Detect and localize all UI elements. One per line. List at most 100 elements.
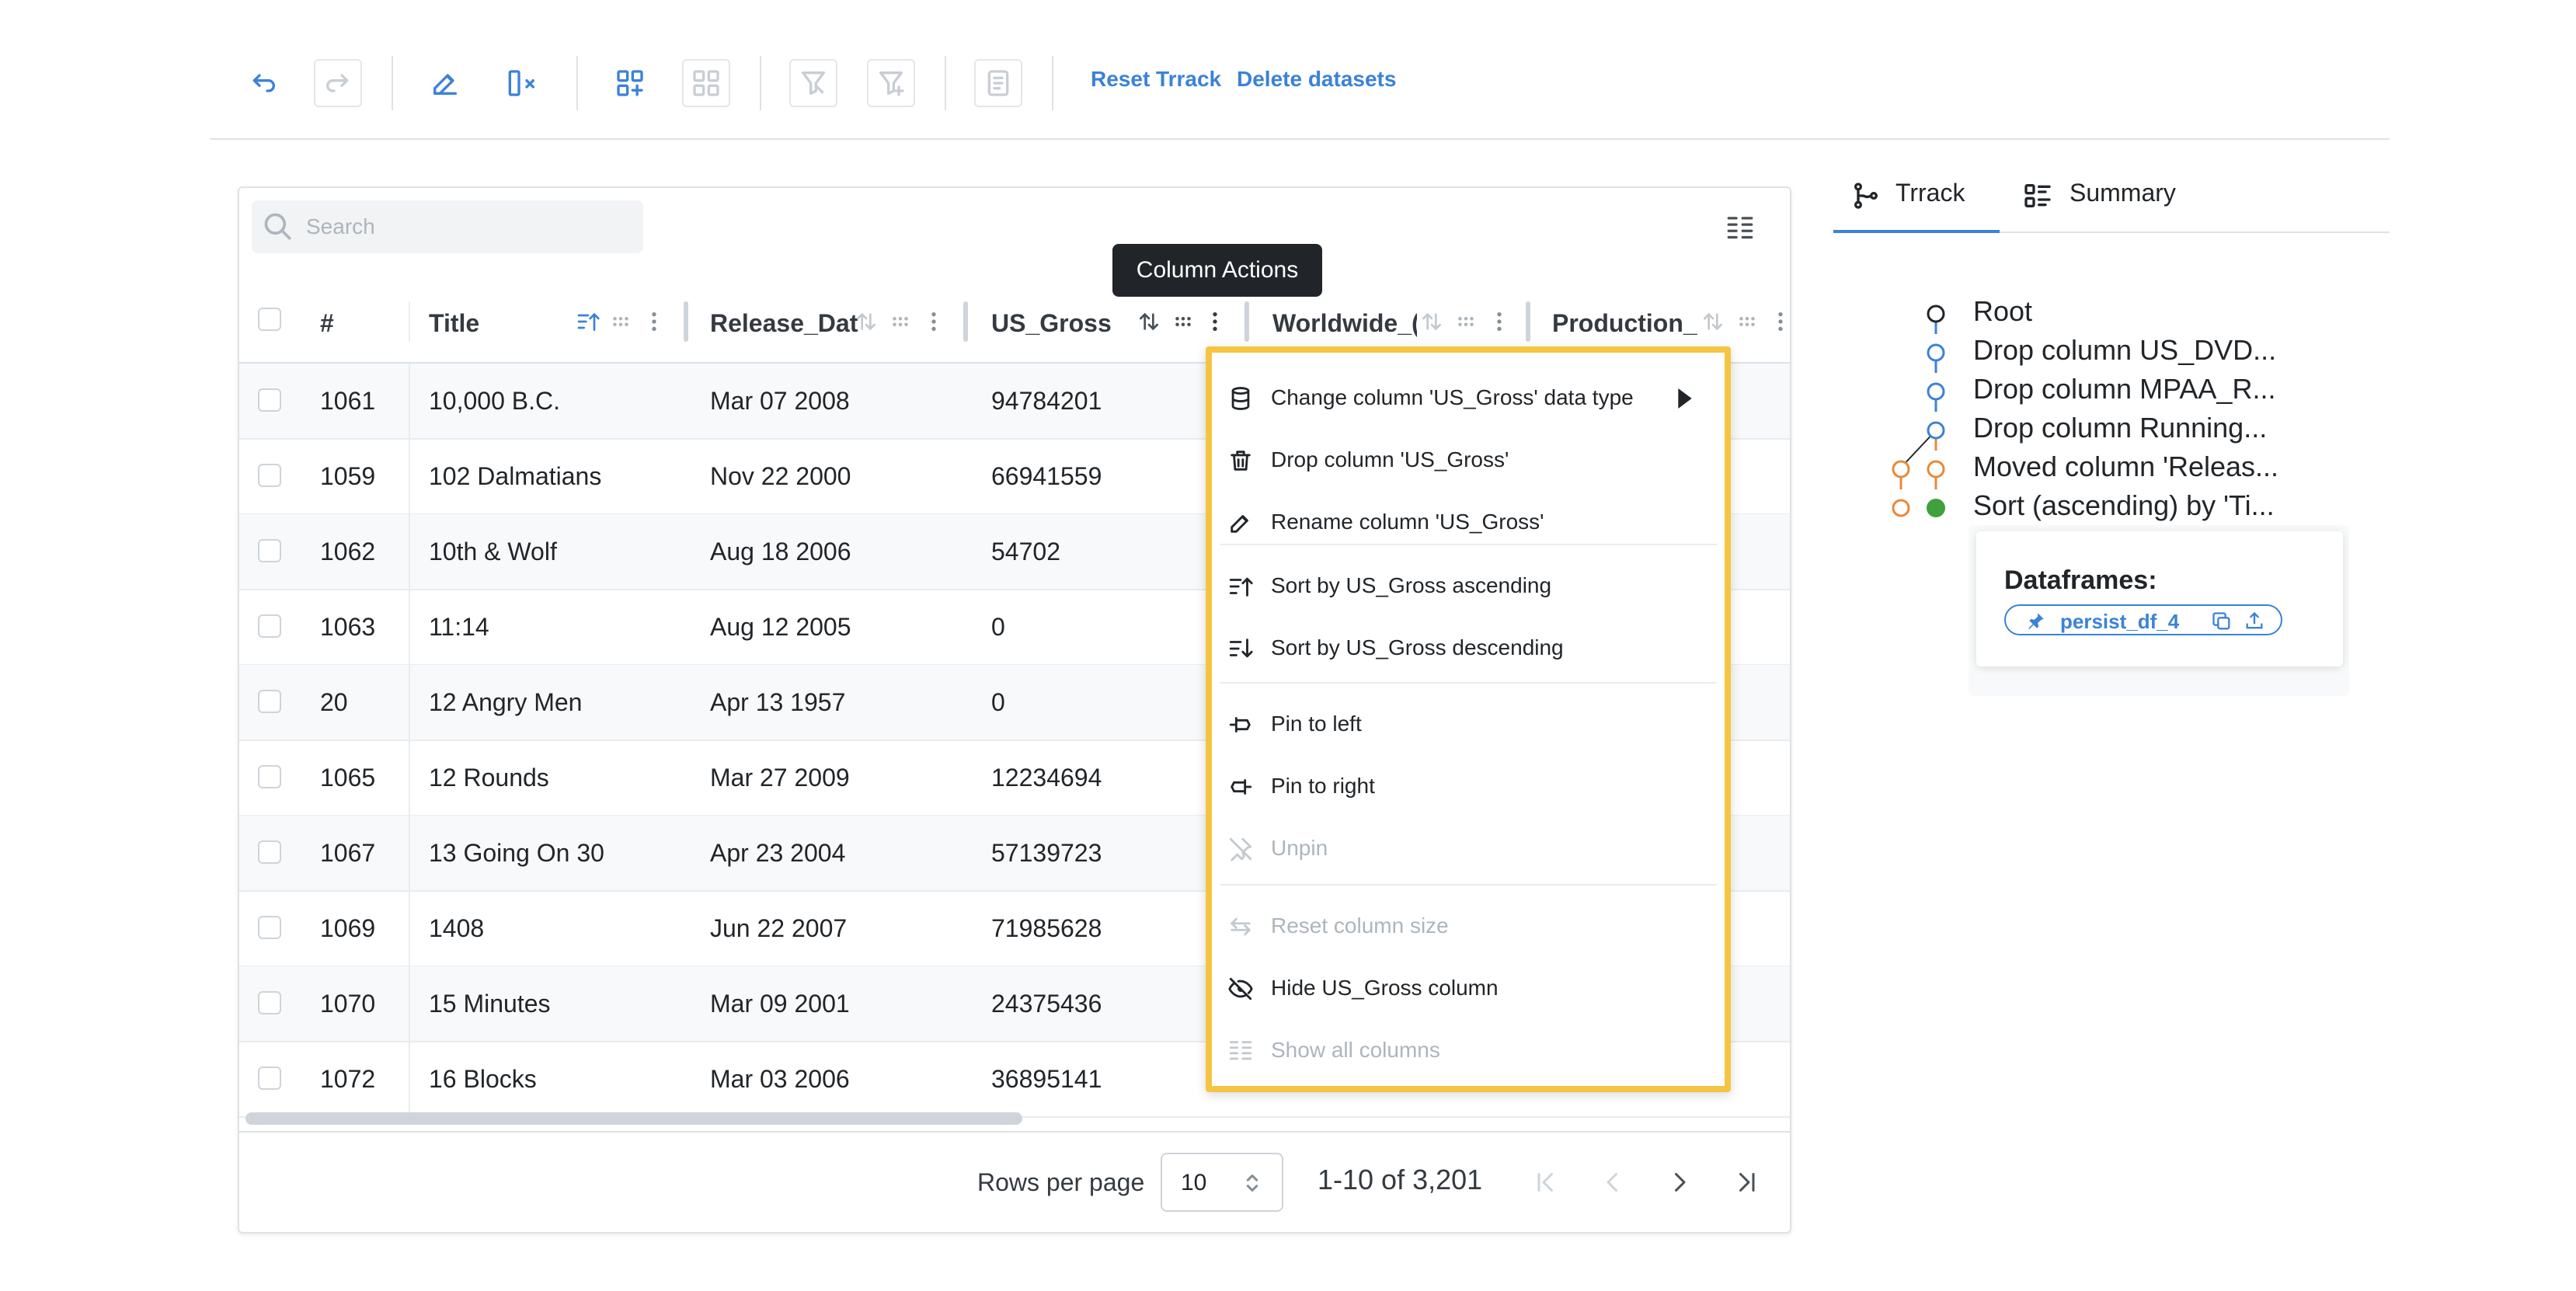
row-checkbox[interactable] (258, 539, 281, 562)
header-title[interactable]: Title (429, 309, 584, 338)
header-worldwide[interactable]: Worldwide_( (1272, 309, 1417, 338)
header-production[interactable]: Production_ (1552, 309, 1700, 338)
tree-node-label[interactable]: Sort (ascending) by 'Ti... (1973, 489, 2275, 522)
grid-view-button[interactable] (682, 59, 730, 107)
drag-handle-icon[interactable] (609, 309, 632, 334)
node-current[interactable] (1927, 499, 1945, 517)
download-icon[interactable] (2244, 611, 2265, 632)
reset-trrack-link[interactable]: Reset Trrack (1091, 67, 1221, 92)
menu-item-sort-ascending[interactable]: Sort by US_Gross ascending (1212, 556, 1725, 617)
row-checkbox[interactable] (258, 1067, 281, 1090)
row-checkbox[interactable] (258, 464, 281, 487)
menu-item-eye-off[interactable]: Hide US_Gross column (1212, 959, 1725, 1019)
dataframe-chip[interactable]: persist_df_4 (2004, 604, 2282, 635)
cell-release-date: Jun 22 2007 (710, 914, 848, 942)
last-page-button[interactable] (1723, 1161, 1770, 1204)
tree-node-label[interactable]: Drop column US_DVD... (1973, 334, 2276, 367)
drag-handle-icon[interactable] (1171, 309, 1195, 334)
node[interactable] (1927, 421, 1945, 440)
toolbar-divider-line (210, 138, 2390, 140)
menu-item-pin-right[interactable]: Pin to right (1212, 757, 1725, 817)
menu-item-sort-descending[interactable]: Sort by US_Gross descending (1212, 618, 1725, 679)
tree-node-root[interactable]: Root (1973, 295, 2032, 328)
node-branch[interactable] (1892, 499, 1910, 517)
column-remove-icon (508, 70, 534, 96)
database-icon (1227, 385, 1254, 412)
column-menu-icon[interactable] (1773, 309, 1788, 334)
grid-icon (693, 70, 719, 96)
node[interactable] (1927, 382, 1945, 401)
node[interactable] (1927, 343, 1945, 362)
node-root[interactable] (1927, 304, 1945, 323)
add-view-button[interactable] (606, 59, 654, 107)
drag-handle-icon[interactable] (889, 309, 912, 334)
cell-release-date: Mar 03 2006 (710, 1065, 850, 1093)
cell-title: 15 Minutes (429, 990, 551, 1018)
dataframes-card: Dataframes: persist_df_4 (1976, 531, 2343, 666)
density-icon (1727, 217, 1753, 239)
pinned-divider (409, 364, 410, 438)
undo-button[interactable] (239, 59, 287, 107)
header-index[interactable]: # (320, 309, 334, 338)
menu-item-trash[interactable]: Drop column 'US_Gross' (1212, 430, 1725, 491)
add-filter-button[interactable] (867, 59, 915, 107)
tree-node-label[interactable]: Drop column Running... (1973, 412, 2267, 444)
drop-column-button[interactable] (499, 59, 547, 107)
cell-index: 20 (320, 688, 348, 716)
column-menu-icon[interactable] (646, 309, 662, 334)
menu-item-label: Show all columns (1271, 1038, 1440, 1062)
drag-handle-icon[interactable] (1454, 309, 1478, 334)
delete-datasets-link[interactable]: Delete datasets (1237, 67, 1396, 92)
horizontal-scrollbar[interactable] (245, 1112, 1022, 1125)
dataframes-title: Dataframes: (2004, 565, 2157, 595)
toolbar-divider (945, 56, 946, 110)
copy-icon[interactable] (2211, 611, 2233, 632)
cell-index: 1072 (320, 1065, 376, 1093)
menu-item-database[interactable]: Change column 'US_Gross' data type (1212, 368, 1725, 429)
previous-page-button[interactable] (1589, 1161, 1636, 1204)
drag-handle-icon[interactable] (1735, 309, 1759, 334)
row-checkbox[interactable] (258, 916, 281, 939)
header-us-gross[interactable]: US_Gross (991, 309, 1147, 338)
node-branch[interactable] (1892, 460, 1910, 478)
sort-icon[interactable] (1700, 309, 1726, 334)
column-menu-icon[interactable] (1207, 309, 1223, 334)
notes-button[interactable] (974, 59, 1022, 107)
sort-icon[interactable] (1419, 309, 1445, 334)
column-resize-handle[interactable] (963, 301, 968, 342)
row-checkbox[interactable] (258, 690, 281, 713)
row-checkbox[interactable] (258, 840, 281, 864)
first-page-button[interactable] (1523, 1161, 1569, 1204)
row-checkbox[interactable] (258, 991, 281, 1014)
sort-icon[interactable] (853, 309, 879, 334)
filter-button[interactable] (789, 59, 837, 107)
column-resize-handle[interactable] (684, 301, 688, 342)
header-release-date[interactable]: Release_Dat (710, 309, 858, 338)
tab-trrack-label: Trrack (1895, 179, 1965, 207)
column-menu-icon[interactable] (926, 309, 942, 334)
tree-node-label[interactable]: Moved column 'Releas... (1973, 451, 2278, 483)
tree-node-label[interactable]: Drop column MPAA_R... (1973, 373, 2275, 405)
sort-ascending-icon[interactable] (575, 309, 601, 334)
redo-button[interactable] (314, 59, 362, 107)
eye-off-icon (1227, 976, 1254, 1002)
sort-icon[interactable] (1136, 309, 1162, 334)
row-checkbox[interactable] (258, 614, 281, 638)
density-toggle-button[interactable] (1725, 214, 1756, 242)
row-checkbox[interactable] (258, 765, 281, 788)
row-checkbox[interactable] (258, 388, 281, 412)
search-box[interactable]: Search (252, 200, 643, 253)
select-all-checkbox[interactable] (258, 308, 281, 331)
node[interactable] (1927, 460, 1945, 478)
column-resize-handle[interactable] (1244, 301, 1249, 342)
edit-button[interactable] (421, 59, 469, 107)
next-page-button[interactable] (1656, 1161, 1703, 1204)
cell-us-gross: 57139723 (991, 839, 1102, 867)
pinned-divider (409, 439, 410, 513)
rows-per-page-select[interactable]: 10 (1161, 1153, 1283, 1212)
column-resize-handle[interactable] (1526, 301, 1530, 342)
cell-us-gross: 24375436 (991, 990, 1102, 1018)
list-details-icon (2024, 184, 2051, 207)
column-menu-icon[interactable] (1492, 309, 1507, 334)
menu-item-pin-left[interactable]: Pin to left (1212, 694, 1725, 755)
